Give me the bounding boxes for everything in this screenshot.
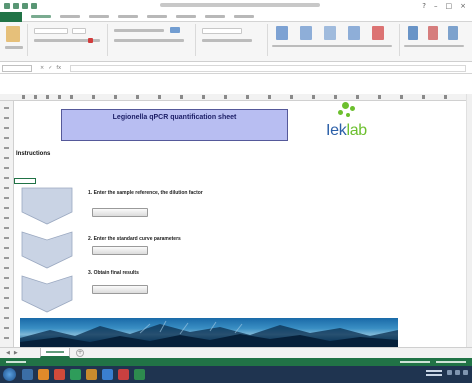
maximize-icon[interactable]: □ [446, 2, 453, 10]
banner-image [20, 320, 398, 348]
sheet-title: Legionella qPCR quantification sheet [112, 114, 237, 121]
tab-view[interactable] [205, 15, 225, 18]
sort-filter-icon[interactable] [428, 26, 438, 40]
instructions-heading: Instructions [16, 151, 51, 157]
minimize-icon[interactable]: – [434, 2, 438, 10]
ribbon-tabs [0, 11, 472, 22]
pdf-icon[interactable] [118, 369, 129, 380]
name-box[interactable] [2, 65, 32, 72]
ribbon [0, 22, 472, 62]
quick-access-toolbar [4, 3, 37, 9]
media-icon[interactable] [38, 369, 49, 380]
selected-cell[interactable] [14, 178, 36, 184]
excel-logo-icon [4, 3, 10, 9]
formula-input[interactable] [70, 65, 466, 72]
number-group [198, 24, 268, 56]
app-icon[interactable] [134, 369, 145, 380]
conditional-formatting-icon[interactable] [276, 26, 288, 40]
fx-icon[interactable]: fx [56, 65, 61, 71]
step-1-button[interactable] [92, 208, 148, 217]
sheet-tab-active[interactable] [40, 348, 70, 358]
cancel-icon[interactable]: × [40, 65, 44, 71]
column-headers [0, 94, 472, 101]
paste-icon[interactable] [6, 26, 20, 42]
prev-sheet-icon[interactable]: ◀ [6, 350, 10, 356]
cell-styles-icon[interactable] [324, 26, 336, 40]
tab-home[interactable] [31, 15, 51, 18]
windows-start-icon[interactable] [3, 368, 16, 381]
font-color-icon[interactable] [88, 38, 93, 43]
step-2-description: 2. Enter the standard curve parameters [88, 236, 181, 242]
sheet-tab-bar: ◀ ▶ + [0, 347, 472, 358]
word-icon[interactable] [102, 369, 113, 380]
alignment-group [110, 24, 196, 56]
system-tray [447, 370, 468, 375]
tab-data[interactable] [147, 15, 167, 18]
flag-icon[interactable] [463, 370, 468, 375]
step-1-chevron [20, 186, 74, 225]
tab-review[interactable] [176, 15, 196, 18]
status-bar [0, 358, 472, 366]
tab-formulas[interactable] [118, 15, 138, 18]
step-3-description: 3. Obtain final results [88, 270, 139, 276]
excel-taskbar-icon[interactable] [70, 369, 81, 380]
explorer-icon[interactable] [22, 369, 33, 380]
add-sheet-icon[interactable]: + [76, 349, 84, 357]
format-as-table-icon[interactable] [300, 26, 312, 40]
editing-group [402, 24, 468, 56]
workflow-steps [20, 186, 80, 316]
find-select-icon[interactable] [448, 26, 458, 40]
next-sheet-icon[interactable]: ▶ [14, 350, 18, 356]
ieklab-logo: Ieklab [322, 102, 392, 144]
styles-group [270, 24, 400, 56]
formula-icons: × ✓ fx [40, 65, 61, 71]
clock[interactable] [426, 370, 442, 378]
window-titlebar: ? – □ × [0, 0, 472, 12]
clipboard-group [2, 24, 28, 56]
wrap-text-icon[interactable] [170, 27, 180, 33]
insert-cells-icon[interactable] [348, 26, 360, 40]
step-2-button[interactable] [92, 246, 148, 255]
enter-icon[interactable]: ✓ [48, 65, 52, 71]
tab-page-layout[interactable] [89, 15, 109, 18]
tab-developer[interactable] [234, 15, 254, 18]
save-icon[interactable] [13, 3, 19, 9]
spacer [0, 74, 472, 94]
worksheet[interactable]: Legionella qPCR quantification sheet Iek… [0, 94, 472, 348]
sheet-title-box: Legionella qPCR quantification sheet [61, 109, 288, 141]
step-1-description: 1. Enter the sample reference, the dilut… [88, 190, 203, 196]
windows-taskbar [0, 366, 472, 383]
tab-file[interactable] [0, 11, 22, 22]
help-icon[interactable]: ? [422, 2, 426, 10]
step-2-chevron [20, 230, 74, 269]
vertical-scrollbar[interactable] [466, 94, 472, 347]
step-3-button[interactable] [92, 285, 148, 294]
network-icon[interactable] [447, 370, 452, 375]
font-group [30, 24, 108, 56]
browser-icon[interactable] [54, 369, 65, 380]
autosum-icon[interactable] [408, 26, 418, 40]
window-controls: ? – □ × [422, 2, 466, 10]
decorative-banner [20, 318, 398, 348]
folder-icon[interactable] [86, 369, 97, 380]
undo-icon[interactable] [22, 3, 28, 9]
delete-cells-icon[interactable] [372, 26, 384, 40]
tab-insert[interactable] [60, 15, 80, 18]
volume-icon[interactable] [455, 370, 460, 375]
formula-bar: × ✓ fx [0, 63, 472, 74]
sheet-nav: ◀ ▶ [6, 350, 18, 356]
redo-icon[interactable] [31, 3, 37, 9]
window-title [160, 3, 320, 7]
row-headers [0, 101, 14, 347]
close-icon[interactable]: × [460, 2, 466, 10]
step-3-chevron [20, 274, 74, 313]
logo-text: Ieklab [326, 122, 367, 139]
